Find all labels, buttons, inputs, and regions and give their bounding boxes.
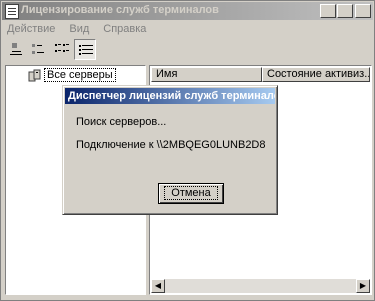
tree-item-all-servers[interactable]: Все серверы [28,68,116,82]
cancel-button[interactable]: Отмена [158,183,224,204]
details-view-button[interactable] [74,39,96,60]
scroll-right-button[interactable]: ▶ [356,279,370,293]
title-bar[interactable]: Лицензирование служб терминалов _ □ × [2,2,373,20]
tree-root-label: Все серверы [44,68,116,82]
close-button[interactable]: × [355,4,371,18]
server-group-icon [28,69,41,82]
maximize-button[interactable]: □ [337,4,353,18]
window-title: Лицензирование служб терминалов [21,4,219,16]
license-manager-dialog: Диспетчер лицензий служб терминалов Поис… [62,85,278,215]
search-status-text: Поиск серверов... [76,116,167,128]
details-view-icon [79,45,93,55]
dialog-title[interactable]: Диспетчер лицензий служб терминалов [65,88,275,104]
menu-bar: Действие Вид Справка [7,23,146,39]
minimize-button[interactable]: _ [320,4,336,18]
column-activation-status[interactable]: Состояние активиз... [262,67,370,82]
horizontal-scrollbar[interactable]: ◀ ▶ [151,279,370,293]
menu-action[interactable]: Действие [7,23,55,39]
list-view-button[interactable] [51,39,73,60]
list-view-icon [55,44,69,52]
view-toolbar [5,39,96,61]
cancel-button-label: Отмена [164,186,218,200]
large-icons-button[interactable] [5,39,27,60]
menu-view[interactable]: Вид [69,23,89,39]
large-icons-icon [10,43,22,55]
main-window: Лицензирование служб терминалов _ □ × Де… [0,0,375,301]
column-name[interactable]: Имя [151,67,262,82]
menu-help[interactable]: Справка [103,23,146,39]
connection-status-text: Подключение к \\2MBQEG0LUNB2D8 [76,139,266,151]
small-icons-icon [32,44,44,54]
app-icon [5,4,19,19]
scroll-left-button[interactable]: ◀ [151,279,165,293]
small-icons-button[interactable] [28,39,50,60]
